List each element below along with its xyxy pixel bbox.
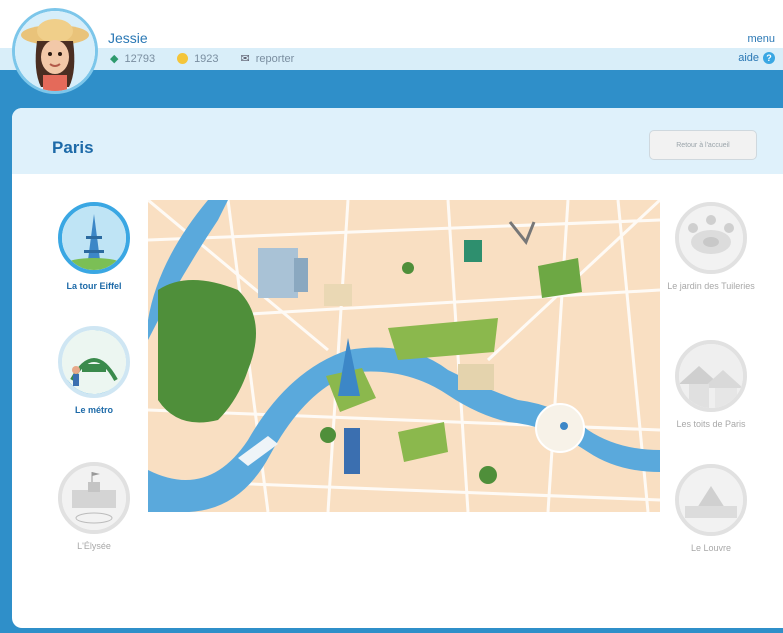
louvre-label: Le Louvre (690, 543, 732, 553)
level-tour-eiffel[interactable]: La tour Eiffel (54, 202, 134, 293)
report-link[interactable]: reporter (256, 53, 295, 65)
avatar[interactable] (12, 8, 98, 94)
coin-count: 1923 (194, 52, 219, 65)
username: Jessie (108, 30, 148, 46)
level-louvre[interactable]: Le Louvre (666, 464, 756, 555)
map-illustration (148, 200, 660, 512)
megaphone-icon[interactable]: ✉ (241, 52, 250, 65)
tour-eiffel-label: La tour Eiffel (66, 281, 122, 291)
gem-count: 12793 (124, 52, 156, 65)
louvre-thumbnail (675, 464, 747, 536)
toits-thumbnail (675, 340, 747, 412)
progress-ring (64, 330, 126, 394)
paris-map[interactable] (148, 200, 660, 512)
coin-icon (177, 53, 189, 64)
help-icon: ? (763, 52, 775, 64)
tour-eiffel-thumbnail (58, 202, 130, 274)
level-jardin-tuileries[interactable]: Le jardin des Tuileries (666, 202, 756, 293)
level-le-metro[interactable]: Le métro (54, 326, 134, 417)
elysee-label: L'Élysée (77, 541, 111, 551)
level-toits-de-paris[interactable]: Les toits de Paris (666, 340, 756, 431)
help-label: aide (738, 52, 759, 64)
user-stats: ◆ 12793 1923 ✉ reporter (110, 52, 295, 66)
le-metro-thumbnail (58, 326, 130, 398)
level-elysee[interactable]: L'Élysée (54, 462, 134, 553)
le-metro-label: Le métro (74, 405, 113, 415)
help-link[interactable]: aide ? (738, 52, 775, 64)
menu-link[interactable]: menu (747, 33, 775, 45)
card-header: Paris Retour à l'accueil (12, 108, 783, 174)
gem-icon: ◆ (110, 53, 119, 65)
elysee-thumbnail (58, 462, 130, 534)
tuileries-label: Le jardin des Tuileries (667, 281, 755, 291)
main-card: Paris Retour à l'accueil La tour Eiffel (12, 108, 783, 628)
page-title: Paris (52, 138, 94, 157)
tuileries-thumbnail (675, 202, 747, 274)
back-home-button[interactable]: Retour à l'accueil (649, 130, 757, 160)
toits-label: Les toits de Paris (676, 419, 746, 429)
avatar-image (15, 11, 95, 91)
